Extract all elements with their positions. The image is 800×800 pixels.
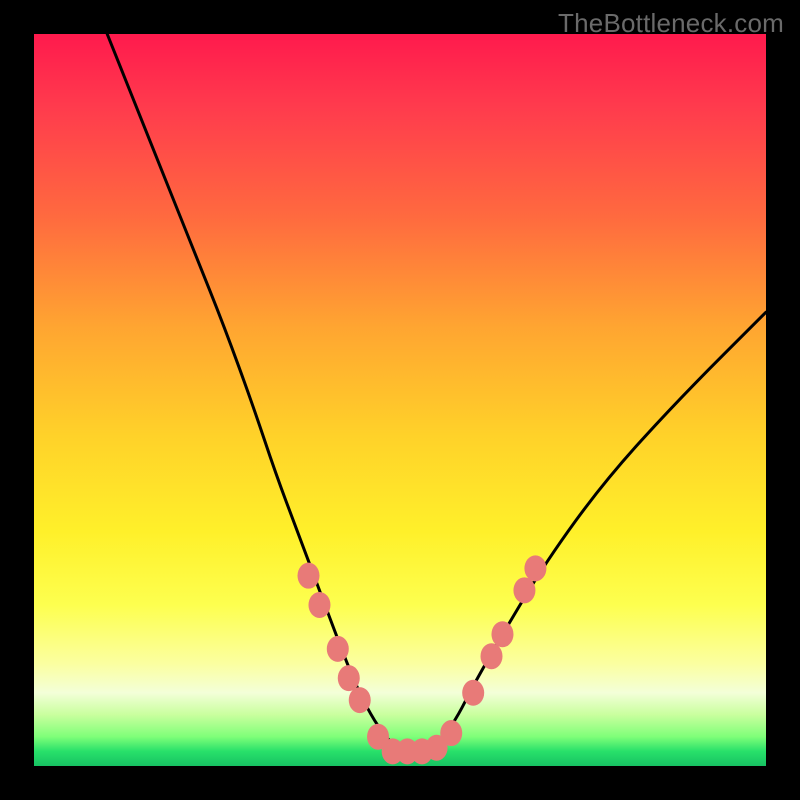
curve-marker <box>440 720 462 746</box>
curve-marker <box>462 680 484 706</box>
curve-marker <box>481 643 503 669</box>
chart-svg <box>34 34 766 766</box>
curve-marker <box>338 665 360 691</box>
curve-marker <box>327 636 349 662</box>
curve-marker <box>524 555 546 581</box>
curve-marker <box>308 592 330 618</box>
curve-marker <box>491 621 513 647</box>
curve-marker <box>513 577 535 603</box>
curve-marker <box>349 687 371 713</box>
plot-area <box>34 34 766 766</box>
watermark-text: TheBottleneck.com <box>558 8 784 39</box>
curve-markers <box>298 555 547 764</box>
bottleneck-curve <box>107 34 766 751</box>
chart-frame: TheBottleneck.com <box>0 0 800 800</box>
curve-marker <box>298 563 320 589</box>
